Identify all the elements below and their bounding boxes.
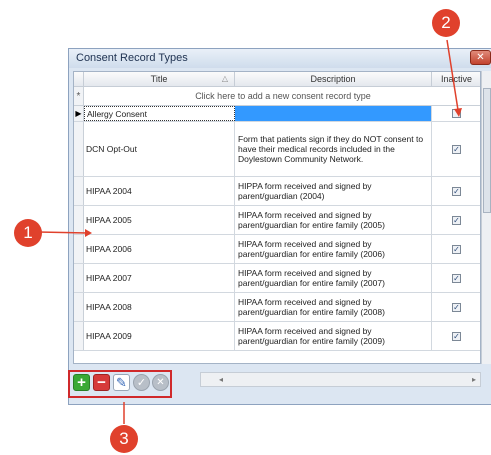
- callout-badge-3: 3: [110, 425, 138, 453]
- callout-1-arrowhead: [85, 229, 92, 237]
- callout-badge-1: 1: [14, 219, 42, 247]
- callout-badge-2: 2: [432, 9, 460, 37]
- callout-2-arrow: [446, 39, 459, 111]
- callout-1-arrow: [37, 231, 89, 234]
- callout-arrows: [37, 39, 462, 424]
- callout-2-arrowhead: [454, 108, 462, 117]
